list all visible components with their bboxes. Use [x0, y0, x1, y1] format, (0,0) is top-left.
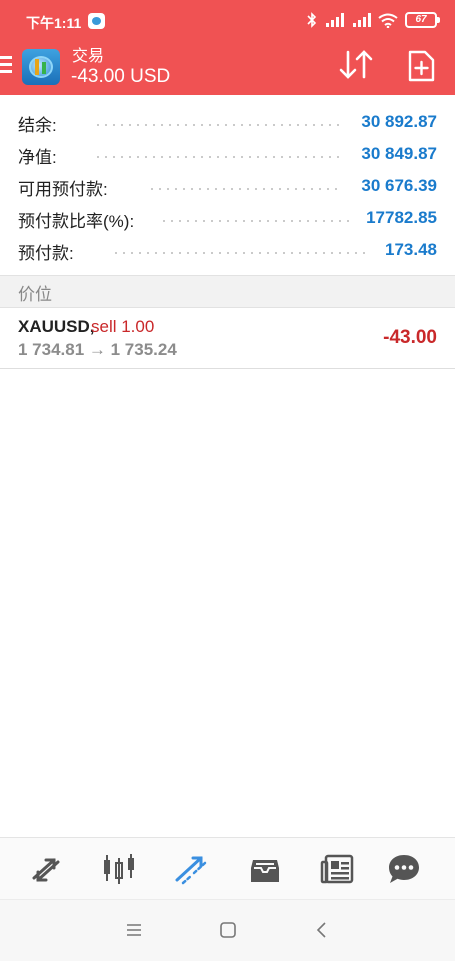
- summary-label: 预付款:: [18, 244, 74, 263]
- summary-label: 可用预付款:: [18, 180, 108, 199]
- new-order-icon[interactable]: [406, 49, 436, 83]
- summary-row: 可用预付款: 30 676.39: [0, 170, 455, 202]
- account-summary: 结余: 30 892.87 净值: 30 849.87 可用预付款: 30 67…: [0, 106, 455, 266]
- quotes-icon[interactable]: [28, 852, 64, 886]
- app-logo: [22, 49, 60, 85]
- home-icon[interactable]: [218, 920, 238, 940]
- summary-value: 30 892.87: [361, 112, 437, 131]
- position-symbol: XAUUSD,: [18, 317, 95, 336]
- page-title: 交易: [72, 48, 105, 65]
- wifi-icon: [378, 13, 398, 28]
- summary-label: 结余:: [18, 116, 57, 135]
- battery-icon: 67: [405, 12, 440, 28]
- sort-icon[interactable]: [337, 48, 375, 82]
- position-side: sell 1.00: [91, 317, 155, 336]
- position-profit: -43.00: [383, 327, 437, 348]
- section-header: 价位: [0, 275, 455, 308]
- app-header: 下午1:11 67 交易 -43.00 USD: [0, 0, 455, 95]
- menu-icon[interactable]: [124, 920, 144, 940]
- status-bar: 下午1:11 67: [0, 0, 455, 40]
- history-icon[interactable]: [247, 852, 283, 886]
- signal-icon: [326, 13, 344, 27]
- status-icons: 67: [307, 12, 440, 28]
- summary-row: 净值: 30 849.87: [0, 138, 455, 170]
- summary-row: 结余: 30 892.87: [0, 106, 455, 138]
- leader-dots: [148, 188, 343, 190]
- summary-label: 净值:: [18, 148, 57, 167]
- summary-value: 30 676.39: [361, 176, 437, 195]
- leader-dots: [160, 220, 355, 222]
- summary-value: 17782.85: [366, 208, 437, 227]
- chat-bubble-icon: [88, 13, 105, 29]
- summary-label: 预付款比率(%):: [18, 212, 135, 231]
- status-time: 下午1:11: [26, 15, 82, 31]
- menu-icon[interactable]: [0, 56, 14, 74]
- leader-dots: [94, 124, 343, 126]
- summary-row: 预付款: 173.48: [0, 234, 455, 266]
- chat-icon[interactable]: [386, 852, 422, 886]
- section-title: 价位: [18, 285, 52, 304]
- summary-value: 173.48: [385, 240, 437, 259]
- leader-dots: [112, 252, 371, 254]
- summary-value: 30 849.87: [361, 144, 437, 163]
- system-nav: [0, 899, 455, 961]
- bottom-nav: [0, 837, 455, 900]
- trade-icon[interactable]: [173, 852, 209, 886]
- position-prices: 1 734.81 → 1 735.24: [18, 340, 177, 359]
- back-icon[interactable]: [312, 920, 332, 940]
- signal-icon: [353, 13, 371, 27]
- bluetooth-icon: [307, 12, 317, 28]
- position-row[interactable]: XAUUSD, sell 1.00 1 734.81 → 1 735.24 -4…: [0, 307, 455, 369]
- summary-row: 预付款比率(%): 17782.85: [0, 202, 455, 234]
- header-profit: -43.00 USD: [71, 66, 171, 87]
- news-icon[interactable]: [320, 852, 356, 886]
- chart-icon[interactable]: [101, 852, 137, 886]
- leader-dots: [94, 156, 343, 158]
